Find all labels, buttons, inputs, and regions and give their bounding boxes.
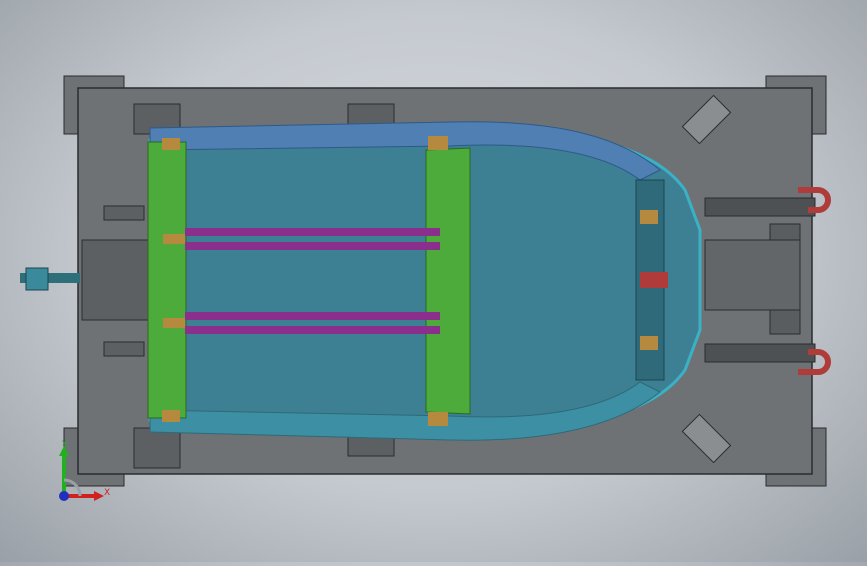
coordinate-triad: Y X: [44, 440, 124, 510]
car-body-shell: [148, 121, 702, 441]
coordinate-triad-icon: [59, 446, 104, 501]
left-clamp: [20, 239, 153, 321]
x-axis-label: X: [104, 488, 111, 498]
y-axis-label: Y: [62, 440, 68, 450]
cad-viewport[interactable]: [0, 0, 867, 562]
assembly-view: [20, 75, 831, 487]
